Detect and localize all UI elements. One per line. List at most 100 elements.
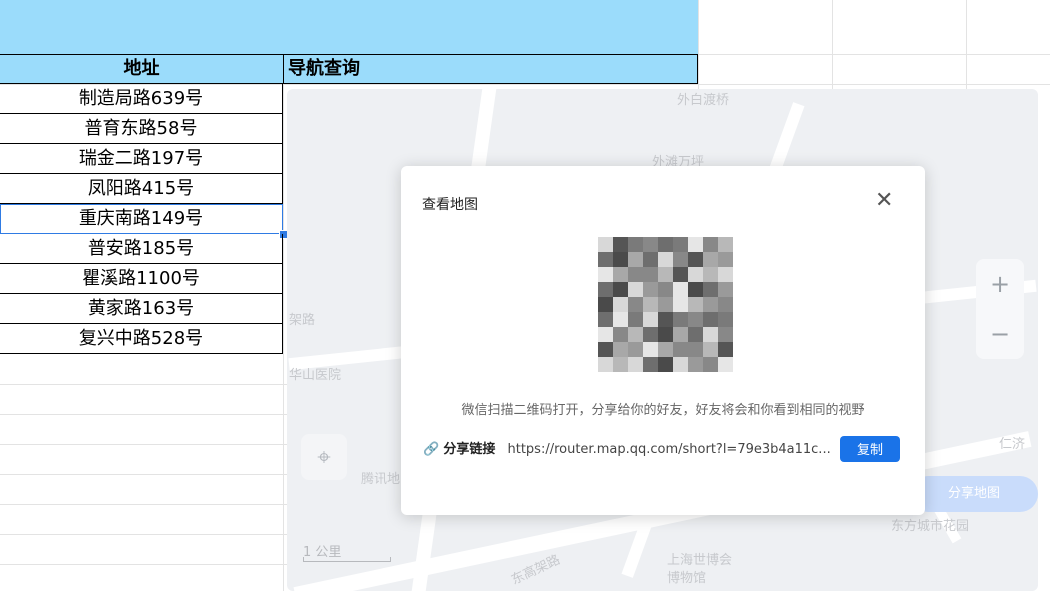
- column-header-address[interactable]: 地址: [0, 54, 284, 84]
- qr-pixel: [703, 297, 718, 312]
- qr-pixel: [598, 327, 613, 342]
- share-link-url[interactable]: https://router.map.qq.com/short?l=79e3b4…: [507, 442, 830, 457]
- qr-pixel: [673, 252, 688, 267]
- grid-line: [0, 444, 287, 445]
- qr-pixel: [688, 297, 703, 312]
- share-map-button[interactable]: 分享地图: [910, 476, 1038, 512]
- qr-pixel: [703, 357, 718, 372]
- qr-pixel: [673, 267, 688, 282]
- address-cell[interactable]: 瞿溪路1100号: [0, 264, 283, 294]
- qr-pixel: [718, 297, 733, 312]
- address-cell[interactable]: 瑞金二路197号: [0, 144, 283, 174]
- qr-pixel: [658, 342, 673, 357]
- map-label: 腾讯地: [361, 472, 401, 487]
- copy-button[interactable]: 复制: [840, 436, 900, 462]
- qr-pixel: [643, 282, 658, 297]
- zoom-control: + −: [976, 259, 1024, 359]
- map-label: 华山医院: [289, 368, 342, 383]
- map-scale-bar: [303, 557, 391, 562]
- qr-pixel: [688, 282, 703, 297]
- zoom-in-button[interactable]: +: [976, 259, 1024, 309]
- qr-pixel: [703, 267, 718, 282]
- qr-pixel: [658, 357, 673, 372]
- view-map-dialog: 查看地图 ✕ 微信扫描二维码打开，分享给你的好友，好友将会和你看到相同的视野 🔗…: [401, 166, 925, 515]
- qr-pixel: [598, 282, 613, 297]
- close-icon[interactable]: ✕: [875, 190, 893, 212]
- qr-pixel: [628, 342, 643, 357]
- qr-pixel: [718, 282, 733, 297]
- qr-pixel: [598, 267, 613, 282]
- address-cell[interactable]: 复兴中路528号: [0, 324, 283, 354]
- qr-pixel: [688, 267, 703, 282]
- qr-pixel: [628, 357, 643, 372]
- qr-pixel: [658, 327, 673, 342]
- qr-pixel: [658, 312, 673, 327]
- qr-pixel: [718, 342, 733, 357]
- qr-pixel: [598, 252, 613, 267]
- qr-pixel: [613, 327, 628, 342]
- qr-pixel: [673, 282, 688, 297]
- grid-line: [0, 564, 287, 565]
- qr-pixel: [658, 237, 673, 252]
- qr-pixel: [673, 297, 688, 312]
- qr-pixel: [628, 282, 643, 297]
- qr-pixel: [628, 327, 643, 342]
- qr-pixel: [688, 237, 703, 252]
- qr-pixel: [673, 342, 688, 357]
- qr-pixel: [703, 237, 718, 252]
- qr-pixel: [673, 237, 688, 252]
- map-label: 架路: [289, 313, 316, 328]
- map-label: 博物馆: [667, 571, 707, 586]
- map-label: 外白渡桥: [677, 93, 730, 108]
- qr-pixel: [688, 252, 703, 267]
- address-cell[interactable]: 普安路185号: [0, 234, 283, 264]
- link-icon: 🔗: [423, 442, 440, 457]
- qr-pixel: [613, 282, 628, 297]
- qr-pixel: [628, 252, 643, 267]
- qr-pixel: [643, 267, 658, 282]
- map-label: 上海世博会: [667, 553, 733, 568]
- qr-pixel: [718, 327, 733, 342]
- column-header-navigation[interactable]: 导航查询: [284, 54, 698, 84]
- crosshair-icon[interactable]: ⌖: [301, 434, 347, 480]
- qr-pixel: [613, 312, 628, 327]
- grid-line: [283, 0, 284, 591]
- zoom-out-button[interactable]: −: [976, 309, 1024, 359]
- qr-pixel: [643, 342, 658, 357]
- qr-code-image: [598, 237, 733, 372]
- address-cell-selected[interactable]: 重庆南路149号: [0, 204, 283, 234]
- qr-pixel: [718, 237, 733, 252]
- grid-line: [0, 504, 287, 505]
- qr-pixel: [718, 312, 733, 327]
- qr-pixel: [718, 357, 733, 372]
- address-cell[interactable]: 凤阳路415号: [0, 174, 283, 204]
- grid-line: [0, 474, 287, 475]
- qr-pixel: [658, 267, 673, 282]
- qr-pixel: [718, 252, 733, 267]
- qr-pixel: [628, 237, 643, 252]
- spreadsheet: 地址 导航查询 制造局路639号 普育东路58号 瑞金二路197号 凤阳路415…: [0, 0, 1050, 591]
- qr-pixel: [703, 312, 718, 327]
- qr-pixel: [598, 342, 613, 357]
- grid-line: [0, 414, 287, 415]
- qr-pixel: [628, 312, 643, 327]
- map-label: 东方城市花园: [891, 519, 970, 534]
- qr-pixel: [598, 312, 613, 327]
- dialog-title: 查看地图: [422, 197, 478, 213]
- qr-pixel: [703, 282, 718, 297]
- address-cell[interactable]: 制造局路639号: [0, 84, 283, 114]
- header-banner[interactable]: [0, 0, 698, 54]
- address-cell[interactable]: 黄家路163号: [0, 294, 283, 324]
- share-link-row: 🔗 分享链接 https://router.map.qq.com/short?l…: [423, 438, 831, 457]
- qr-pixel: [658, 297, 673, 312]
- map-label: 仁济: [999, 437, 1026, 452]
- qr-pixel: [643, 297, 658, 312]
- qr-pixel: [688, 342, 703, 357]
- qr-pixel: [628, 267, 643, 282]
- qr-pixel: [613, 252, 628, 267]
- address-cell[interactable]: 普育东路58号: [0, 114, 283, 144]
- share-link-label: 分享链接: [443, 442, 496, 457]
- qr-pixel: [613, 267, 628, 282]
- grid-line: [0, 384, 287, 385]
- qr-description: 微信扫描二维码打开，分享给你的好友，好友将会和你看到相同的视野: [461, 403, 865, 418]
